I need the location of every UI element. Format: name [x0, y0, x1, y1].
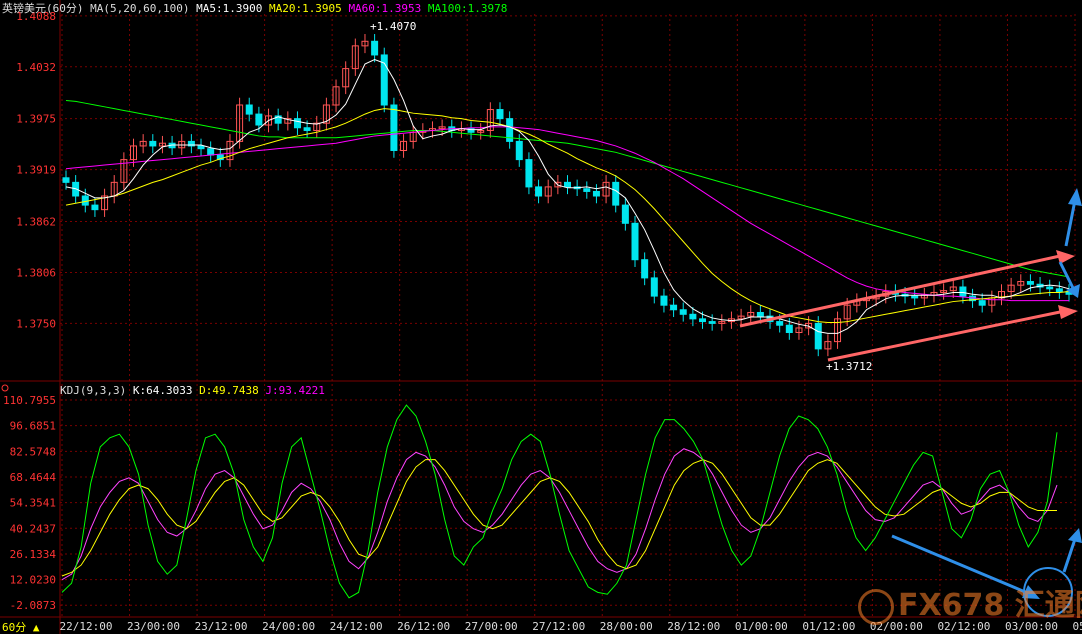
ma60-value: MA60:1.3953: [348, 2, 422, 15]
candle-body: [583, 188, 591, 192]
candle-body: [641, 259, 649, 279]
candle-body: [81, 195, 89, 206]
candle-body: [525, 159, 533, 188]
candle-body: [1055, 288, 1063, 293]
ma20-value: MA20:1.3905: [268, 2, 342, 15]
kdj-settings-icon: [1, 384, 9, 392]
time-tick-label: 24/00:00: [262, 620, 315, 633]
kdj-tick-label: 12.0230: [10, 574, 56, 587]
time-tick-label: 01/12:00: [802, 620, 855, 633]
time-tick-label: 26/12:00: [397, 620, 450, 633]
period-selector[interactable]: 60分 ▲: [2, 619, 40, 634]
time-tick-label: 24/12:00: [330, 620, 383, 633]
time-tick-label: 28/12:00: [667, 620, 720, 633]
ma5-line: [65, 58, 1070, 334]
channel-lower-line: [827, 310, 1061, 362]
price-tick-label: 1.4032: [16, 61, 56, 74]
kdj-tick-label: 40.2437: [10, 522, 56, 535]
kdj-tick-label: 82.5748: [10, 445, 56, 458]
candle-body: [650, 277, 658, 297]
low-price-label: +1.3712: [826, 360, 872, 373]
d-value: D:49.7438: [199, 384, 259, 397]
candle-body: [660, 295, 668, 306]
candle-body: [756, 311, 764, 317]
kdj-tick-label: 96.6851: [10, 420, 56, 433]
candle-body: [776, 321, 784, 326]
candle-body: [1046, 286, 1054, 290]
price-tick-label: 1.3750: [16, 317, 56, 330]
price-tick-label: 1.3919: [16, 164, 56, 177]
candle-body: [978, 300, 986, 306]
kdj-tick-label: 26.1334: [10, 548, 57, 561]
candle-body: [621, 204, 629, 224]
price-tick-label: 1.3975: [16, 113, 56, 126]
chart-header: 英镑美元(60分) MA(5,20,60,100) MA5:1.3900 MA2…: [2, 0, 507, 16]
kdj-params: KDJ(9,3,3): [60, 384, 127, 397]
candle-body: [670, 304, 678, 311]
candle-body: [207, 148, 215, 156]
chart-canvas[interactable]: 1.40881.40321.39751.39191.38621.38061.37…: [0, 0, 1082, 634]
ma100-value: MA100:1.3978: [427, 2, 508, 15]
candle-body: [612, 181, 620, 206]
candle-body: [911, 295, 919, 299]
candle-body: [699, 318, 707, 323]
candle-body: [390, 104, 398, 151]
period-label: 60分: [2, 621, 27, 634]
time-tick-label: 27/12:00: [532, 620, 585, 633]
price-tick-label: 1.3862: [16, 215, 56, 228]
price-tick-label: 1.3806: [16, 266, 56, 279]
candle-body: [631, 222, 639, 261]
time-tick-label: 01/00:00: [735, 620, 788, 633]
time-tick-label: 23/12:00: [195, 620, 248, 633]
candle-body: [708, 321, 716, 324]
candle-body: [255, 113, 263, 126]
j-line: [61, 404, 1058, 599]
time-tick-label: 28/00:00: [600, 620, 653, 633]
candle-body: [959, 286, 967, 297]
k-value: K:64.3033: [132, 384, 193, 397]
candle-body: [62, 177, 70, 183]
watermark: FX678 汇通网: [858, 580, 1082, 625]
candle-body: [149, 140, 157, 147]
candle-body: [91, 204, 99, 211]
candle-body: [197, 145, 205, 150]
time-tick-label: 23/00:00: [127, 620, 180, 633]
ma-params: MA(5,20,60,100): [90, 2, 190, 15]
ma5-value: MA5:1.3900: [196, 2, 263, 15]
ma20-line: [65, 108, 1070, 323]
time-tick-label: 22/12:00: [60, 620, 113, 633]
time-tick-label: 27/00:00: [465, 620, 518, 633]
candle-body: [592, 190, 600, 197]
candle-body: [535, 186, 543, 197]
candle-body: [371, 40, 379, 56]
candle-body: [303, 127, 311, 131]
channel-upper-line: [739, 254, 1061, 328]
candle-body: [496, 109, 504, 120]
candle-body: [564, 181, 571, 188]
kdj-tick-label: -2.0873: [10, 599, 56, 612]
j-value: J:93.4221: [265, 384, 325, 397]
symbol-title[interactable]: 英镑美元(60分): [2, 2, 84, 15]
candle-body: [814, 322, 822, 350]
kdj-tick-label: 110.7955: [3, 394, 56, 407]
forex-chart-window: 1.4088 1.4032 1.3975 1.3919 1.3862 1.3806 1.37…: [0, 0, 1082, 634]
channel-upper-arrowhead: [1056, 250, 1075, 264]
candle-body: [245, 104, 253, 115]
candle-body: [1026, 281, 1034, 285]
candle-body: [515, 140, 523, 161]
high-price-label: +1.4070: [370, 20, 416, 33]
kdj-tick-label: 54.3541: [10, 497, 56, 510]
candle-body: [679, 309, 687, 315]
candle-body: [785, 324, 793, 334]
kdj-header: KDJ(9,3,3) K:64.3033 D:49.7438 J:93.4221: [60, 384, 325, 397]
channel-lower-arrowhead: [1058, 305, 1078, 319]
candle-body: [293, 118, 301, 129]
candle-body: [689, 313, 697, 320]
kdj-tick-label: 68.4644: [10, 471, 57, 484]
